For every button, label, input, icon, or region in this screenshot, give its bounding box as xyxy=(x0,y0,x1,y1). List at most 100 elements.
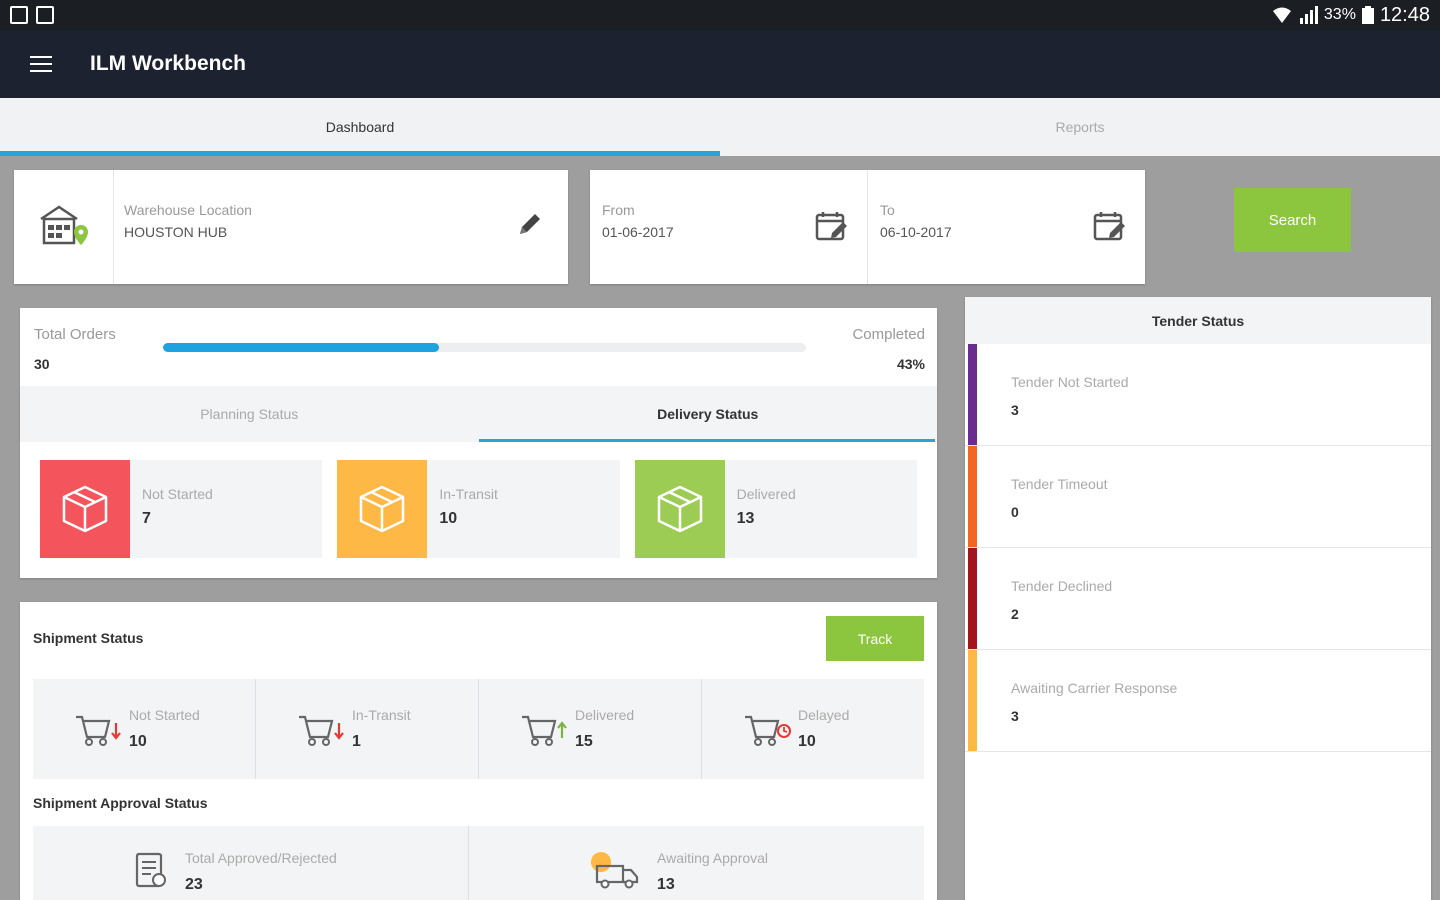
status-subtabs: Planning Status Delivery Status xyxy=(20,386,937,442)
from-date-field[interactable]: From 01-06-2017 xyxy=(590,170,867,284)
tab-planning-status[interactable]: Planning Status xyxy=(20,386,479,442)
shipment-label: In-Transit xyxy=(352,707,411,723)
approval-label: Awaiting Approval xyxy=(657,850,769,866)
calendar-edit-icon[interactable] xyxy=(815,210,849,242)
tender-status-card: Tender Status Tender Not Started 3 Tende… xyxy=(965,297,1431,900)
approval-label: Total Approved/Rejected xyxy=(185,850,337,866)
shipment-label: Delivered xyxy=(575,707,635,723)
tender-item[interactable]: Tender Not Started 3 xyxy=(965,344,1431,446)
date-range-card: From 01-06-2017 To 06-10-2017 xyxy=(590,170,1145,284)
warehouse-location-text: Warehouse Location HOUSTON HUB xyxy=(114,170,568,284)
document-list-icon xyxy=(135,852,166,888)
tile-value: 10 xyxy=(439,510,458,527)
battery-icon xyxy=(1361,6,1374,24)
gallery-icon xyxy=(36,6,54,24)
box-icon xyxy=(360,485,405,533)
approval-text: Total Approved/Rejected 23 xyxy=(185,850,337,894)
tile-label: In-Transit xyxy=(439,486,498,502)
tender-value: 0 xyxy=(1011,504,1019,520)
tile-value: 7 xyxy=(142,510,151,527)
tender-status-title: Tender Status xyxy=(965,297,1431,344)
tile-not-started[interactable]: Not Started 7 xyxy=(40,460,323,558)
tab-dashboard[interactable]: Dashboard xyxy=(0,98,720,156)
approval-value: 13 xyxy=(657,876,675,893)
box-icon-cell xyxy=(337,460,428,558)
tender-item[interactable]: Awaiting Carrier Response 3 xyxy=(965,650,1431,752)
shipment-label: Delayed xyxy=(798,707,850,723)
warehouse-location-label: Warehouse Location xyxy=(124,202,252,218)
tab-delivery-status[interactable]: Delivery Status xyxy=(478,386,938,442)
wifi-icon xyxy=(1272,7,1291,23)
shipment-label: Not Started xyxy=(129,707,200,723)
approval-awaiting[interactable]: Awaiting Approval 13 xyxy=(468,826,924,900)
to-date-field[interactable]: To 06-10-2017 xyxy=(867,170,1145,284)
clock: 12:48 xyxy=(1379,3,1430,26)
tile-label: Delivered xyxy=(736,486,796,502)
shipment-approval-row: Total Approved/Rejected 23 Awaiting Appro… xyxy=(33,826,924,900)
tile-label: Not Started xyxy=(142,486,213,502)
warehouse-location-icon xyxy=(39,205,88,245)
cart-clock-icon xyxy=(745,715,791,746)
signal-icon xyxy=(1299,6,1318,24)
shipment-text: Delivered 15 xyxy=(575,707,634,751)
tender-label: Awaiting Carrier Response xyxy=(1011,680,1178,696)
tender-color-bar xyxy=(968,344,977,445)
tender-color-bar xyxy=(968,650,977,751)
delivery-truck-icon xyxy=(591,852,639,889)
tile-text: Delivered 13 xyxy=(725,460,808,558)
delivery-status-tiles: Not Started 7 In-Transit 10 Delivered 13 xyxy=(20,442,937,558)
box-icon xyxy=(62,485,108,533)
shipment-value: 10 xyxy=(129,733,147,750)
shipment-delivered[interactable]: Delivered 15 xyxy=(478,679,701,779)
approval-total[interactable]: Total Approved/Rejected 23 xyxy=(33,826,468,900)
hamburger-menu-icon[interactable] xyxy=(30,56,52,72)
warehouse-location-card: Warehouse Location HOUSTON HUB xyxy=(14,170,568,284)
warehouse-icon-cell xyxy=(14,170,114,284)
shipment-delayed[interactable]: Delayed 10 xyxy=(701,679,924,779)
shipment-in-transit[interactable]: In-Transit 1 xyxy=(255,679,478,779)
app-title: ILM Workbench xyxy=(90,52,246,75)
tile-delivered[interactable]: Delivered 13 xyxy=(634,460,917,558)
system-status-bar: 33% 12:48 xyxy=(0,0,1440,30)
search-button[interactable]: Search xyxy=(1234,188,1351,252)
box-icon xyxy=(657,485,702,533)
track-button[interactable]: Track xyxy=(826,616,924,661)
completed-value: 43% xyxy=(896,356,925,372)
shipment-text: In-Transit 1 xyxy=(352,707,411,751)
pencil-edit-icon[interactable] xyxy=(516,210,544,238)
tender-value: 3 xyxy=(1011,402,1019,418)
box-icon-cell xyxy=(634,460,725,558)
shipment-status-card: Shipment Status Track Not Started 10 In-T… xyxy=(20,602,937,900)
tab-reports[interactable]: Reports xyxy=(720,98,1440,156)
battery-percent: 33% xyxy=(1323,6,1356,23)
completed-label: Completed xyxy=(852,326,925,343)
shipment-text: Not Started 10 xyxy=(129,707,200,751)
shipment-value: 10 xyxy=(798,733,816,750)
tile-text: Not Started 7 xyxy=(130,460,225,558)
tender-item[interactable]: Tender Timeout 0 xyxy=(965,446,1431,548)
approval-text: Awaiting Approval 13 xyxy=(657,850,768,894)
tender-label: Tender Not Started xyxy=(1011,374,1129,390)
shipment-text: Delayed 10 xyxy=(798,707,849,751)
orders-card: Total Orders 30 Completed 43% Planning S… xyxy=(20,308,937,578)
tender-label: Tender Timeout xyxy=(1011,476,1108,492)
box-icon-cell xyxy=(40,460,130,558)
app-bar: ILM Workbench xyxy=(0,30,1440,98)
tender-color-bar xyxy=(968,548,977,649)
tile-in-transit[interactable]: In-Transit 10 xyxy=(337,460,620,558)
shipment-status-title: Shipment Status xyxy=(33,630,144,646)
calendar-edit-icon[interactable] xyxy=(1093,210,1127,242)
tile-value: 13 xyxy=(736,510,755,527)
tender-value: 2 xyxy=(1011,606,1019,622)
tender-item[interactable]: Tender Declined 2 xyxy=(965,548,1431,650)
cart-down-icon xyxy=(76,715,121,746)
shipment-not-started[interactable]: Not Started 10 xyxy=(33,679,255,779)
status-right: 33% 12:48 xyxy=(1272,4,1430,27)
completion-progress-bar xyxy=(163,343,806,352)
notification-icons xyxy=(10,6,54,24)
shipment-value: 15 xyxy=(575,733,593,750)
approval-value: 23 xyxy=(185,876,203,893)
shipment-status-row: Not Started 10 In-Transit 1 Delivered 15 De… xyxy=(33,679,924,779)
shipment-approval-title: Shipment Approval Status xyxy=(33,795,208,811)
cart-down-icon xyxy=(299,715,344,746)
